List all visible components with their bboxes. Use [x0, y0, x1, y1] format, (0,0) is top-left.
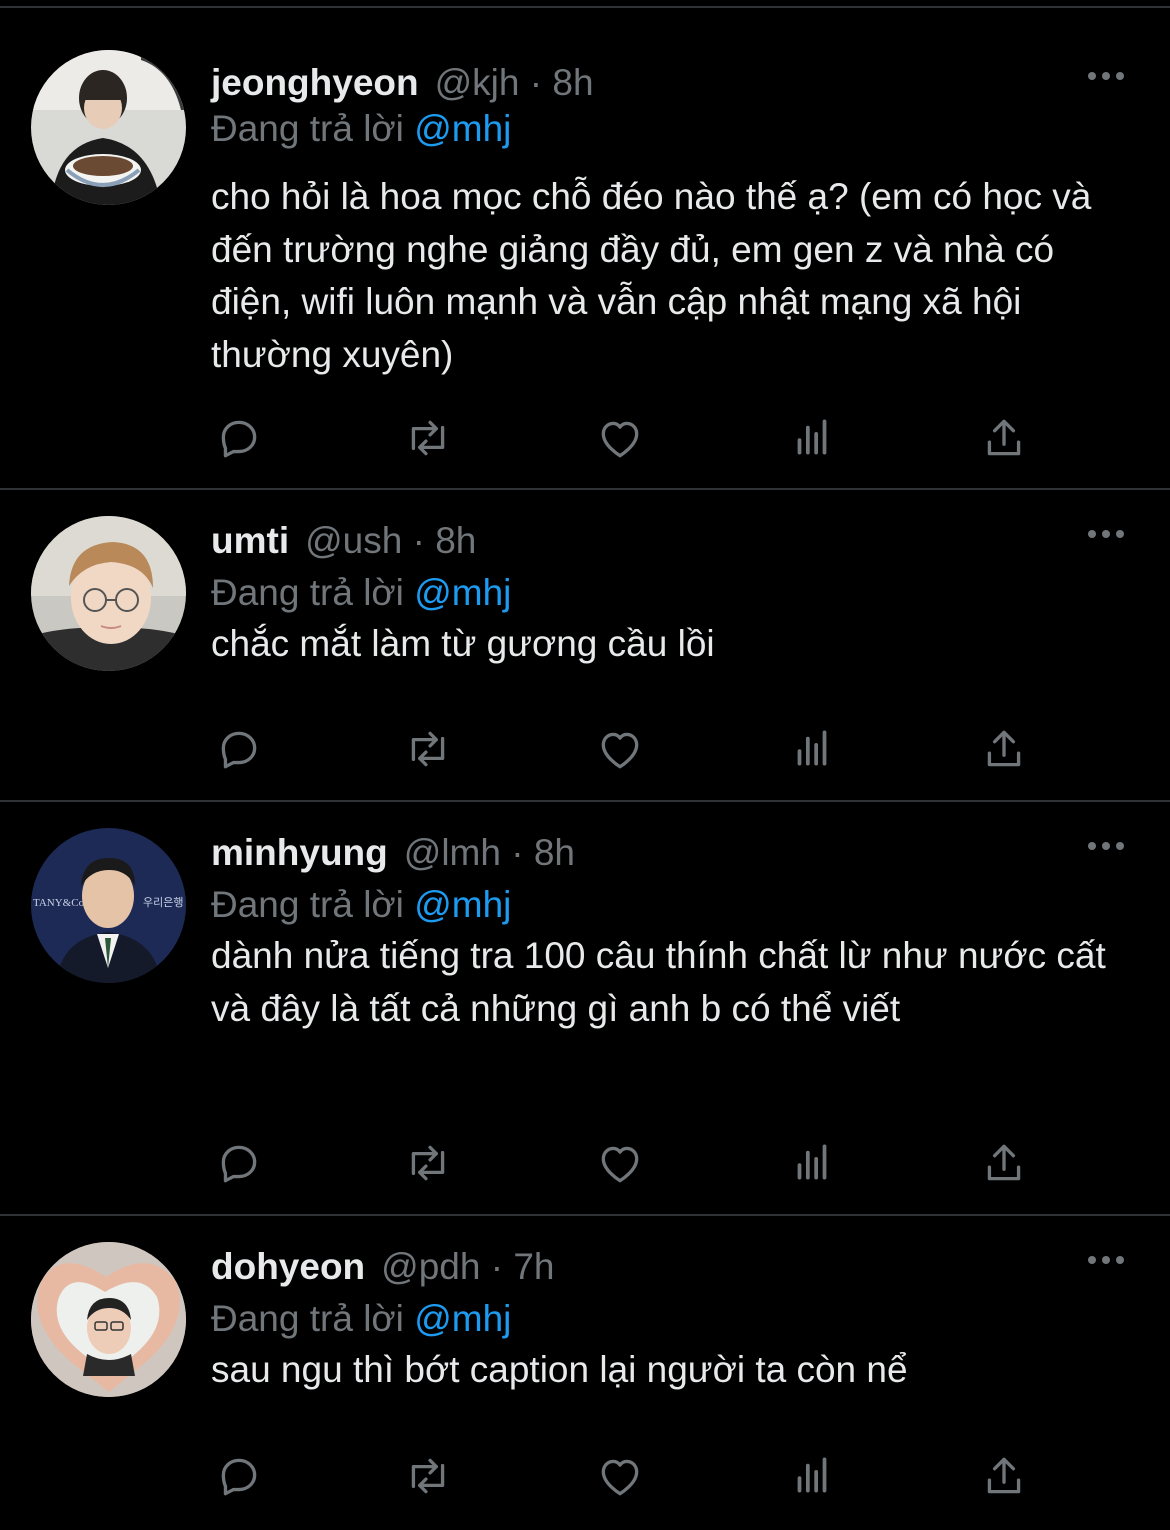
avatar[interactable] [31, 1242, 186, 1397]
retweet-button[interactable] [400, 1448, 456, 1504]
more-button[interactable] [1086, 514, 1126, 554]
reply-mention-link[interactable]: @mhj [414, 1298, 511, 1339]
action-bar [211, 1135, 1051, 1191]
like-icon [601, 421, 639, 458]
retweet-icon [411, 731, 445, 767]
like-icon [601, 732, 639, 769]
replying-to-label: Đang trả lời [211, 884, 404, 925]
more-dots-icon [1088, 72, 1124, 80]
retweet-button[interactable] [400, 1135, 456, 1191]
replying-to: Đang trả lời @mhj [211, 1294, 511, 1344]
display-name[interactable]: minhyung [211, 832, 388, 874]
reply-icon [221, 1145, 257, 1183]
more-button[interactable] [1086, 1240, 1126, 1280]
more-button[interactable] [1086, 56, 1126, 96]
reply-button[interactable] [211, 1448, 267, 1504]
replying-to: Đang trả lời @mhj [211, 880, 511, 930]
tweet-header: dohyeon @pdh · 7h [211, 1242, 555, 1292]
reply-feed: jeonghyeon @kjh · 8h Đang trả lời @mhj c… [0, 8, 1170, 1530]
replying-to-label: Đang trả lời [211, 572, 404, 613]
reply-button[interactable] [211, 1135, 267, 1191]
action-bar [211, 410, 1051, 466]
views-button[interactable] [784, 721, 840, 777]
handle-and-time[interactable]: @ush · 8h [305, 520, 476, 562]
replying-to-label: Đang trả lời [211, 108, 404, 149]
display-name[interactable]: umti [211, 520, 289, 562]
replying-to-label: Đang trả lời [211, 1298, 404, 1339]
avatar-photo [31, 516, 186, 671]
views-button[interactable] [784, 410, 840, 466]
tweet-umti[interactable]: umti @ush · 8h Đang trả lời @mhj chắc mắ… [0, 490, 1170, 802]
handle-and-time[interactable]: @pdh · 7h [381, 1246, 554, 1288]
views-icon [797, 419, 827, 455]
views-icon [797, 730, 827, 766]
tweet-text: dành nửa tiếng tra 100 câu thính chất lừ… [211, 935, 1106, 1029]
reply-button[interactable] [211, 410, 267, 466]
tweet-dohyeon[interactable]: dohyeon @pdh · 7h Đang trả lời @mhj sau … [0, 1216, 1170, 1530]
more-button[interactable] [1086, 826, 1126, 866]
retweet-icon [411, 1458, 445, 1494]
more-dots-icon [1088, 1256, 1124, 1264]
action-bar [211, 1448, 1051, 1504]
like-button[interactable] [592, 721, 648, 777]
avatar-text-left: TANY&Co [33, 897, 85, 909]
avatar[interactable] [31, 50, 186, 205]
share-button[interactable] [976, 721, 1032, 777]
avatar[interactable]: TANY&Co 우리은행 [31, 828, 186, 983]
tweet-jeonghyeon[interactable]: jeonghyeon @kjh · 8h Đang trả lời @mhj c… [0, 8, 1170, 490]
tweet-header: jeonghyeon @kjh · 8h [211, 58, 594, 108]
top-divider [0, 0, 1170, 8]
reply-mention-link[interactable]: @mhj [414, 884, 511, 925]
views-button[interactable] [784, 1135, 840, 1191]
tweet-text: cho hỏi là hoa mọc chỗ đéo nào thế ạ? (e… [211, 176, 1092, 375]
views-button[interactable] [784, 1448, 840, 1504]
like-icon [601, 1459, 639, 1496]
like-button[interactable] [592, 410, 648, 466]
share-button[interactable] [976, 1135, 1032, 1191]
more-dots-icon [1088, 842, 1124, 850]
replying-to: Đang trả lời @mhj [211, 568, 511, 618]
reply-icon [221, 420, 257, 458]
action-bar [211, 721, 1051, 777]
retweet-button[interactable] [400, 721, 456, 777]
views-icon [797, 1457, 827, 1493]
like-button[interactable] [592, 1448, 648, 1504]
share-icon [987, 730, 1021, 767]
tweet-minhyung[interactable]: TANY&Co 우리은행 minhyung @lmh · 8h Đang trả… [0, 802, 1170, 1216]
reply-mention-link[interactable]: @mhj [414, 572, 511, 613]
avatar-photo: TANY&Co 우리은행 [31, 828, 186, 983]
reply-mention-link[interactable]: @mhj [414, 108, 511, 149]
retweet-icon [411, 1145, 445, 1181]
avatar-text-right: 우리은행 [143, 896, 183, 909]
reply-icon [221, 1458, 257, 1496]
avatar-photo [31, 50, 186, 205]
tweet-header: minhyung @lmh · 8h [211, 828, 575, 878]
replying-to: Đang trả lời @mhj [211, 104, 511, 154]
like-button[interactable] [592, 1135, 648, 1191]
handle-and-time[interactable]: @kjh · 8h [435, 62, 594, 104]
more-dots-icon [1088, 530, 1124, 538]
share-icon [987, 1144, 1021, 1181]
tweet-text: sau ngu thì bớt caption lại người ta còn… [211, 1349, 908, 1390]
display-name[interactable]: jeonghyeon [211, 62, 419, 104]
tweet-header: umti @ush · 8h [211, 516, 476, 566]
like-icon [601, 1146, 639, 1183]
share-icon [987, 1457, 1021, 1494]
share-button[interactable] [976, 410, 1032, 466]
avatar[interactable] [31, 516, 186, 671]
tweet-text: chắc mắt làm từ gương cầu lồi [211, 623, 715, 664]
share-button[interactable] [976, 1448, 1032, 1504]
reply-icon [221, 731, 257, 769]
views-icon [797, 1144, 827, 1180]
retweet-icon [411, 420, 445, 456]
share-icon [987, 419, 1021, 456]
avatar-photo [31, 1242, 186, 1397]
display-name[interactable]: dohyeon [211, 1246, 365, 1288]
reply-button[interactable] [211, 721, 267, 777]
handle-and-time[interactable]: @lmh · 8h [404, 832, 575, 874]
retweet-button[interactable] [400, 410, 456, 466]
